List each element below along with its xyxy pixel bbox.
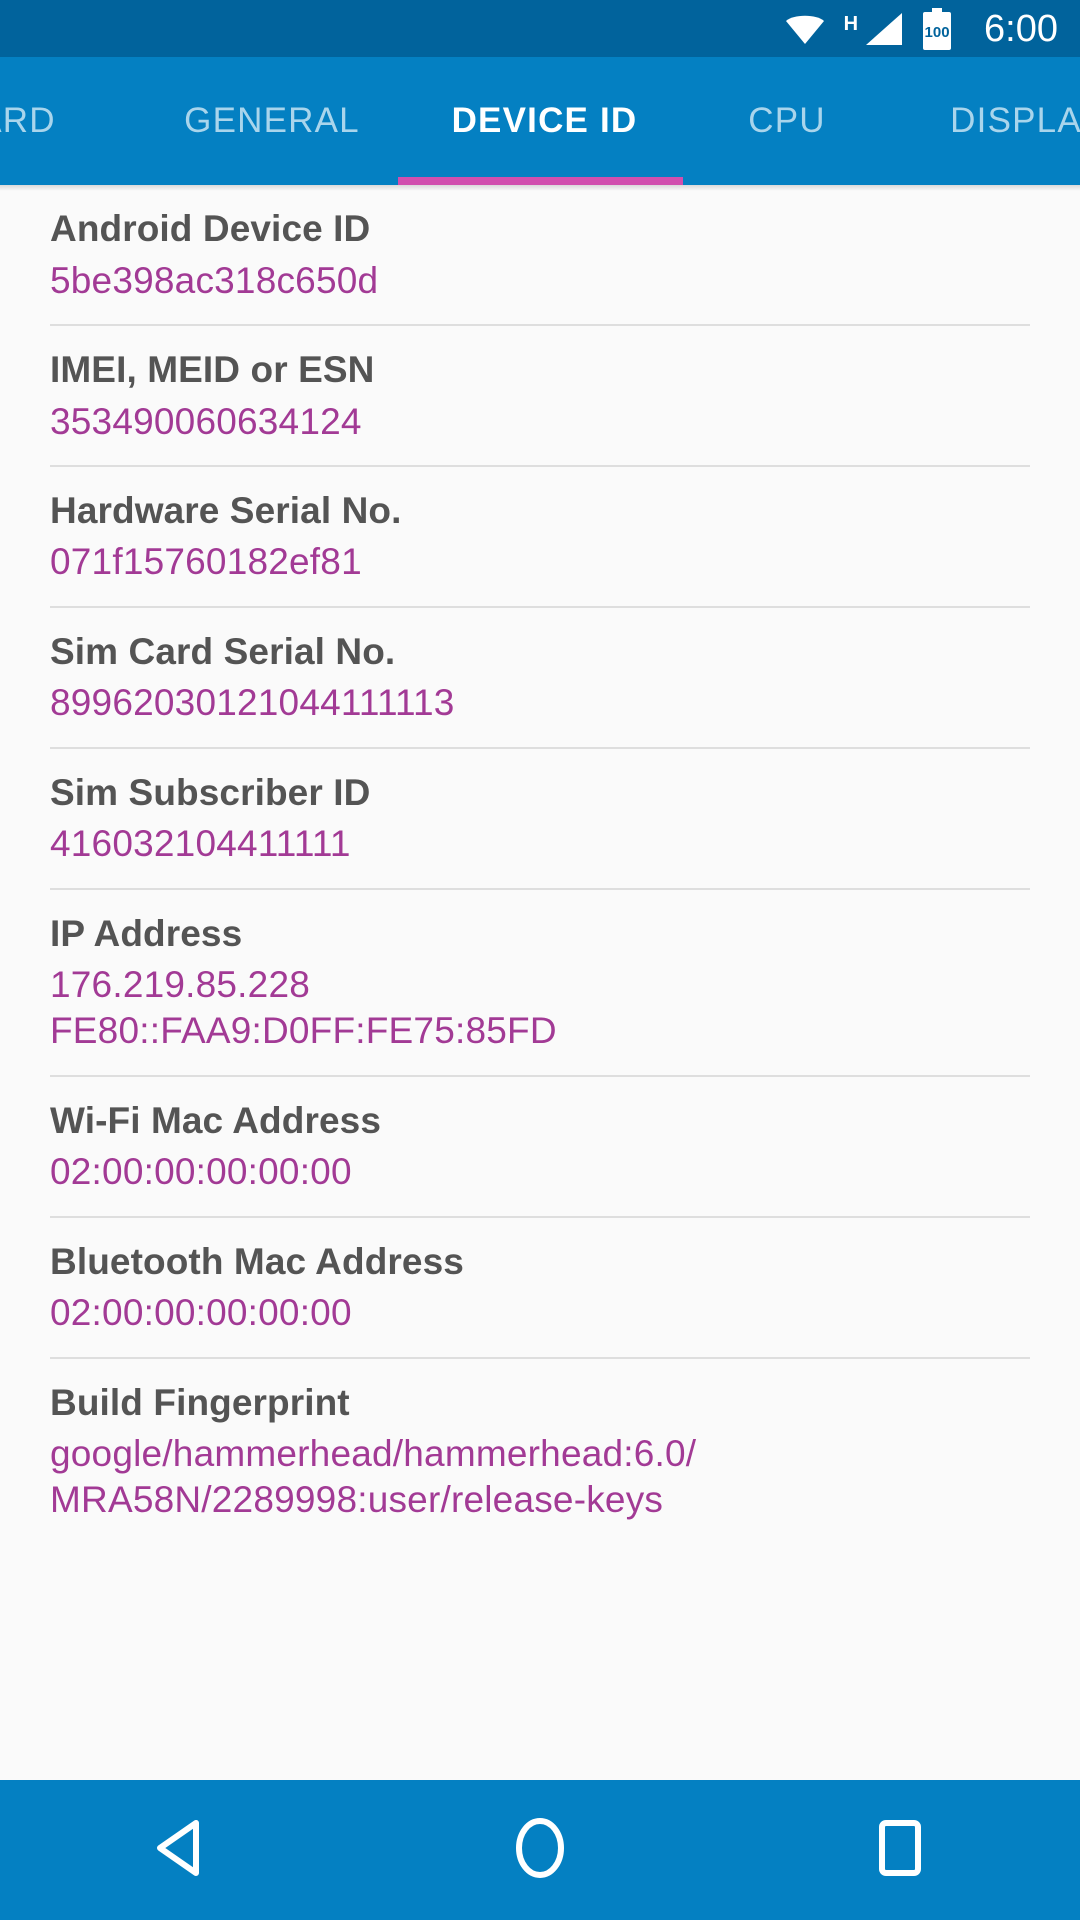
row-value-line: 89962030121044111113 [50, 682, 455, 724]
tab-bar[interactable]: ARD GENERAL DEVICE ID CPU DISPLAY [0, 57, 1080, 185]
row-value: 071f15760182ef81 [50, 539, 1030, 585]
row-value: 89962030121044111113 [50, 680, 1030, 726]
row-value: 02:00:00:00:00:00 [50, 1290, 1030, 1336]
active-tab-indicator [398, 177, 683, 185]
back-button[interactable] [90, 1780, 270, 1920]
android-navigation-bar [0, 1780, 1080, 1920]
row-label: Android Device ID [50, 208, 371, 249]
row-label: Sim Card Serial No. [50, 630, 396, 672]
list-item[interactable]: Sim Card Serial No. 89962030121044111113 [50, 608, 1030, 749]
row-value: 353490060634124 [50, 399, 1030, 445]
row-value-line: 02:00:00:00:00:00 [50, 1292, 352, 1334]
status-bar: H 100 6:00 [0, 0, 1080, 57]
row-value: 02:00:00:00:00:00 [50, 1149, 1030, 1195]
row-label: IP Address [50, 912, 243, 954]
row-value-line: FE80::FAA9:D0FF:FE75:85FD [50, 1010, 557, 1052]
row-value-line: 02:00:00:00:00:00 [50, 1151, 352, 1193]
row-label: IMEI, MEID or ESN [50, 348, 375, 390]
tab-dashboard[interactable]: ARD [0, 57, 142, 185]
list-item[interactable]: Build Fingerprint google/hammerhead/hamm… [50, 1359, 1030, 1544]
row-label: Wi-Fi Mac Address [50, 1099, 381, 1141]
row-value-line: 176.219.85.228 [50, 964, 310, 1006]
row-label: Sim Subscriber ID [50, 771, 371, 813]
row-value: 5be398ac318c650d [50, 258, 1030, 304]
row-value-line: 5be398ac318c650d [50, 259, 379, 301]
list-item[interactable]: IMEI, MEID or ESN 353490060634124 [50, 326, 1030, 467]
android-device-info-screen: H 100 6:00 ARD GENERAL DEVICE ID CPU DIS… [0, 0, 1080, 1920]
device-id-list: Android Device ID 5be398ac318c650d IMEI,… [0, 185, 1080, 1544]
status-bar-icons: H 100 6:00 [784, 7, 1058, 50]
tab-display[interactable]: DISPLAY [887, 57, 1080, 185]
row-value-line: 353490060634124 [50, 400, 362, 442]
battery-icon: 100 [922, 7, 952, 50]
row-value-line: 416032104411111 [50, 823, 351, 865]
list-item[interactable]: Sim Subscriber ID 416032104411111 [50, 749, 1030, 890]
row-value: 416032104411111 [50, 821, 1030, 867]
tab-general[interactable]: GENERAL [142, 57, 402, 185]
cellular-signal-icon [864, 12, 904, 46]
row-label: Build Fingerprint [50, 1381, 350, 1423]
tab-strip[interactable]: ARD GENERAL DEVICE ID CPU DISPLAY [0, 57, 1080, 185]
row-value-line: 071f15760182ef81 [50, 541, 362, 583]
tab-cpu[interactable]: CPU [687, 57, 887, 185]
wifi-icon [784, 12, 826, 46]
recents-icon [874, 1818, 926, 1883]
list-item[interactable]: IP Address 176.219.85.228 FE80::FAA9:D0F… [50, 890, 1030, 1077]
list-item[interactable]: Wi-Fi Mac Address 02:00:00:00:00:00 [50, 1077, 1030, 1218]
status-bar-clock: 6:00 [984, 7, 1058, 50]
row-value-line: google/hammerhead/hammerhead:6.0/ [50, 1433, 697, 1475]
row-value-line: MRA58N/2289998:user/release-keys [50, 1479, 664, 1521]
content-scroll-area[interactable]: Android Device ID 5be398ac318c650d IMEI,… [0, 185, 1080, 1780]
battery-level-label: 100 [924, 23, 950, 41]
list-item[interactable]: Bluetooth Mac Address 02:00:00:00:00:00 [50, 1218, 1030, 1359]
tab-device-id[interactable]: DEVICE ID [402, 57, 687, 185]
row-label: Bluetooth Mac Address [50, 1240, 464, 1282]
row-label: Hardware Serial No. [50, 489, 402, 531]
network-type-h-icon: H [843, 12, 859, 35]
home-button[interactable] [450, 1780, 630, 1920]
row-value: google/hammerhead/hammerhead:6.0/ MRA58N… [50, 1431, 1030, 1524]
list-item[interactable]: Hardware Serial No. 071f15760182ef81 [50, 467, 1030, 608]
list-item[interactable]: Android Device ID 5be398ac318c650d [50, 185, 1030, 326]
home-icon [512, 1815, 568, 1886]
recents-button[interactable] [810, 1780, 990, 1920]
back-icon [152, 1817, 208, 1884]
row-value: 176.219.85.228 FE80::FAA9:D0FF:FE75:85FD [50, 962, 1030, 1055]
